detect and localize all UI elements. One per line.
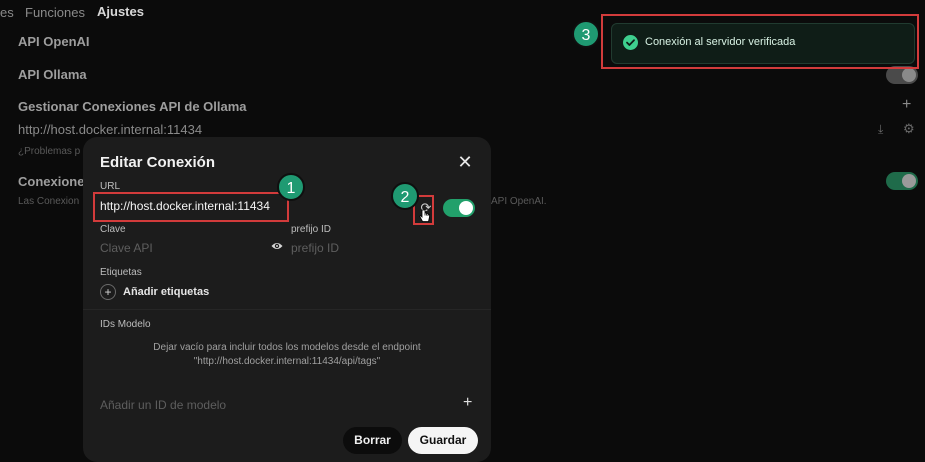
- prefix-label: prefijo ID: [291, 224, 332, 235]
- tags-label: Etiquetas: [100, 267, 142, 278]
- enable-toggle[interactable]: [443, 199, 475, 217]
- modal-title: Editar Conexión: [100, 154, 216, 171]
- manage-connections-label: Gestionar Conexiones API de Ollama: [18, 99, 247, 114]
- delete-button[interactable]: Borrar: [343, 427, 402, 454]
- prefix-input[interactable]: prefijo ID: [291, 241, 339, 255]
- check-circle-icon: [623, 35, 638, 50]
- connections-label: Conexiones: [18, 174, 92, 189]
- row-ollama-label: API Ollama: [18, 67, 87, 82]
- tab-partial[interactable]: es: [0, 5, 14, 20]
- toggle-knob: [459, 201, 473, 215]
- tab-ajustes[interactable]: Ajustes: [97, 4, 144, 19]
- annotation-badge-3: 3: [572, 20, 600, 48]
- add-model-icon[interactable]: +: [463, 394, 472, 412]
- download-icon[interactable]: ⤓: [878, 122, 883, 137]
- divider: [83, 309, 491, 310]
- connections-desc-right: API OpenAI.: [491, 196, 547, 207]
- row-openai-label: API OpenAI: [18, 34, 90, 49]
- success-toast: Conexión al servidor verificada: [611, 23, 915, 64]
- gear-icon[interactable]: ⚙: [903, 121, 915, 137]
- key-label: Clave: [100, 224, 126, 235]
- toast-message: Conexión al servidor verificada: [645, 36, 796, 48]
- annotation-box-url: [93, 192, 289, 222]
- host-url-text: http://host.docker.internal:11434: [18, 122, 203, 137]
- model-ids-help-2: "http://host.docker.internal:11434/api/t…: [193, 356, 381, 367]
- connections-toggle[interactable]: [886, 172, 918, 190]
- add-connection-icon[interactable]: +: [902, 96, 911, 114]
- url-label: URL: [100, 181, 121, 192]
- tab-funciones[interactable]: Funciones: [25, 5, 85, 20]
- model-ids-help-1: Dejar vacío para incluir todos los model…: [153, 342, 421, 353]
- model-ids-label: IDs Modelo: [100, 319, 151, 330]
- key-input[interactable]: Clave API: [100, 241, 153, 255]
- annotation-badge-1: 1: [277, 173, 305, 201]
- add-model-id-input[interactable]: Añadir un ID de modelo: [100, 398, 226, 412]
- connections-desc-left: Las Conexion: [18, 196, 80, 207]
- save-button[interactable]: Guardar: [408, 427, 478, 454]
- add-tag-icon[interactable]: +: [100, 284, 116, 300]
- problems-text: ¿Problemas p: [18, 146, 81, 157]
- close-icon[interactable]: ✕: [455, 152, 475, 172]
- annotation-badge-2: 2: [391, 182, 419, 210]
- eye-icon[interactable]: [271, 240, 283, 254]
- add-tags-button[interactable]: Añadir etiquetas: [123, 286, 209, 298]
